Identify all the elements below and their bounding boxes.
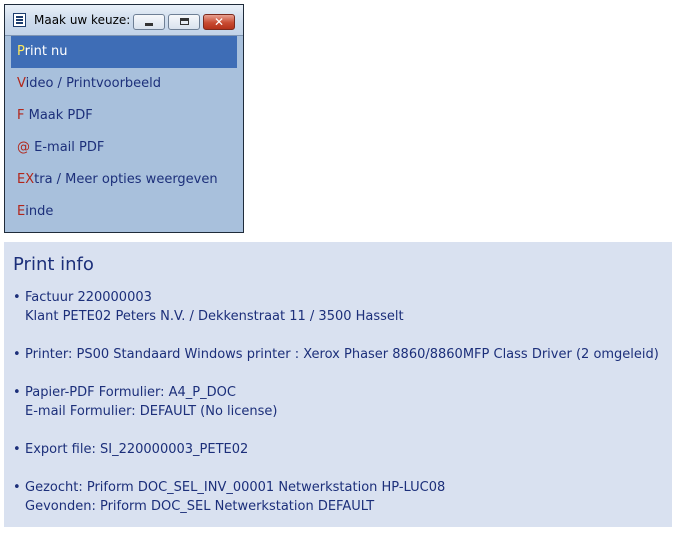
found-line: Gevonden: Priform DOC_SEL Netwerkstation…: [25, 499, 375, 514]
menu-item-hotkey: @: [17, 140, 30, 155]
info-entry-printer: • Printer: PS00 Standaard Windows printer…: [13, 345, 659, 364]
searched-line: Gezocht: Priform DOC_SEL_INV_00001 Netwe…: [25, 480, 446, 495]
menu-item-video-preview[interactable]: Video / Printvoorbeeld: [5, 68, 243, 100]
bullet: •: [13, 347, 21, 362]
info-entry-search: • Gezocht: Priform DOC_SEL_INV_00001 Netw…: [13, 478, 445, 516]
window-title: Maak uw keuze:: [34, 13, 131, 27]
menu-item-end[interactable]: Einde: [5, 196, 243, 228]
info-entry-invoice: • Factuur 220000003 Klant PETE02 Peters N…: [13, 288, 404, 326]
minimize-button[interactable]: [133, 14, 165, 30]
menu-item-label: ideo / Printvoorbeeld: [25, 76, 162, 91]
menu-item-label: inde: [25, 204, 54, 219]
menu-list-icon[interactable]: [13, 13, 26, 27]
print-info-panel: Print info • Factuur 220000003 Klant PETE…: [4, 242, 672, 527]
bullet: •: [13, 385, 21, 400]
menu-item-extra-options[interactable]: EXtra / Meer opties weergeven: [5, 164, 243, 196]
paper-form-line: Papier-PDF Formulier: A4_P_DOC: [25, 385, 236, 400]
menu-item-label: Maak PDF: [24, 108, 93, 123]
close-button[interactable]: ✕: [203, 14, 235, 30]
choice-window: Maak uw keuze: ✕ Print nu Video / Printv…: [4, 4, 244, 233]
customer-line: Klant PETE02 Peters N.V. / Dekkenstraat …: [25, 309, 404, 324]
menu-item-label: rint nu: [24, 44, 68, 59]
menu-item-label: E-mail PDF: [30, 140, 105, 155]
invoice-line: Factuur 220000003: [25, 290, 152, 305]
maximize-icon: [180, 18, 189, 25]
menu-item-label: tra / Meer opties weergeven: [34, 172, 218, 187]
title-bar[interactable]: Maak uw keuze: ✕: [5, 5, 243, 36]
menu-item-hotkey: V: [17, 76, 26, 91]
menu-item-hotkey: P: [17, 44, 25, 59]
close-icon: ✕: [213, 15, 225, 29]
minimize-icon: [145, 23, 153, 26]
bullet: •: [13, 442, 21, 457]
choice-menu: Print nu Video / Printvoorbeeld F Maak P…: [5, 36, 243, 228]
menu-item-hotkey: EX: [17, 172, 35, 187]
panel-title: Print info: [13, 254, 94, 275]
menu-item-email-pdf[interactable]: @ E-mail PDF: [5, 132, 243, 164]
info-entry-forms: • Papier-PDF Formulier: A4_P_DOC E-mail F…: [13, 383, 278, 421]
email-form-line: E-mail Formulier: DEFAULT (No license): [25, 404, 278, 419]
bullet: •: [13, 290, 21, 305]
menu-item-make-pdf[interactable]: F Maak PDF: [5, 100, 243, 132]
menu-item-print-now[interactable]: Print nu: [11, 36, 237, 68]
menu-item-hotkey: E: [17, 204, 26, 219]
bullet: •: [13, 480, 21, 495]
printer-line: Printer: PS00 Standaard Windows printer …: [25, 347, 659, 362]
export-file-line: Export file: SI_220000003_PETE02: [25, 442, 249, 457]
info-entry-export: • Export file: SI_220000003_PETE02: [13, 440, 248, 459]
maximize-button[interactable]: [168, 14, 200, 30]
